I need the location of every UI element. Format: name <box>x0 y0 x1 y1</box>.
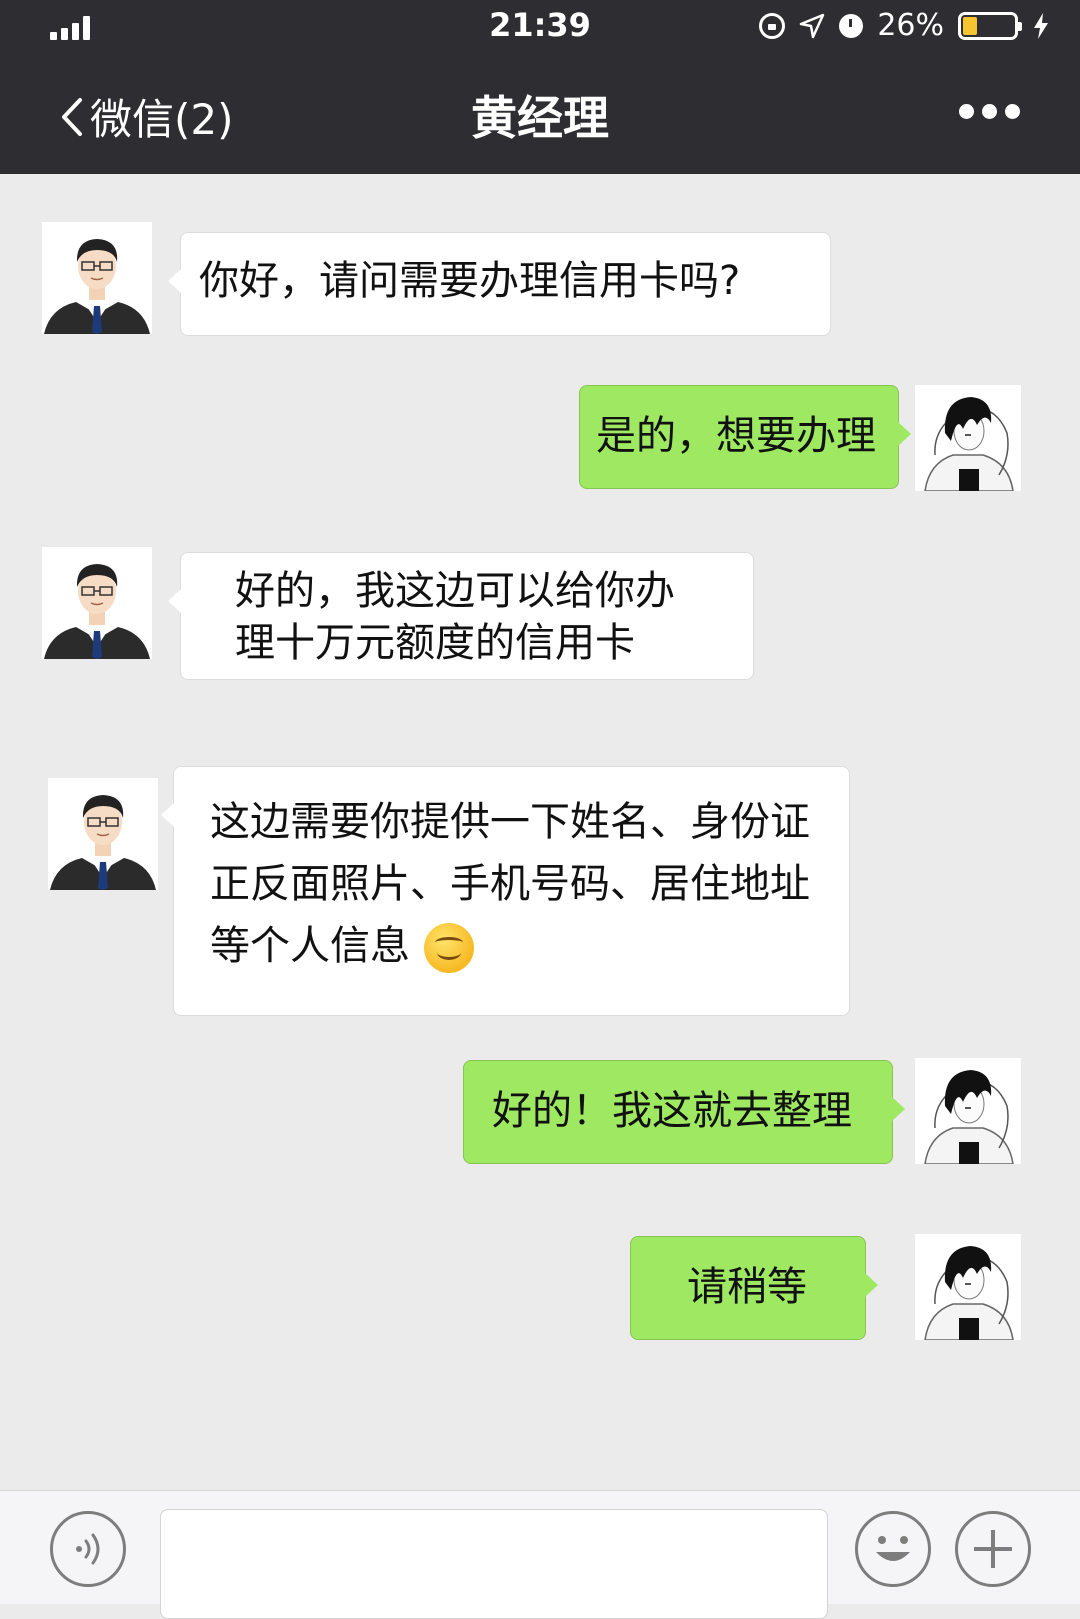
status-icons: 26% <box>759 8 1050 43</box>
top-bar: 21:39 26% 微信(2) 黄经理 <box>0 0 1080 174</box>
voice-icon <box>76 1533 100 1565</box>
input-bar <box>0 1490 1080 1619</box>
message-bubble-outgoing[interactable]: 好的！我这就去整理 <box>463 1060 905 1164</box>
message-text-line: 正反面照片、手机号码、居住地址 <box>210 861 810 907</box>
contact-avatar[interactable] <box>42 547 152 659</box>
message-bubble-incoming[interactable]: 这边需要你提供一下姓名、身份证 正反面照片、手机号码、居住地址 等个人信息 <box>161 766 850 1016</box>
chat-title: 黄经理 <box>471 91 609 145</box>
contact-avatar[interactable] <box>48 778 158 890</box>
plus-button[interactable] <box>955 1511 1031 1587</box>
smiling-face-emoji-icon <box>424 923 474 973</box>
message-text: 请稍等 <box>687 1264 807 1310</box>
message-bubble-outgoing[interactable]: 请稍等 <box>630 1236 878 1340</box>
message-bubble-incoming[interactable]: 你好，请问需要办理信用卡吗? <box>168 232 831 336</box>
alarm-icon <box>839 13 864 38</box>
message-text-line: 这边需要你提供一下姓名、身份证 <box>210 799 810 845</box>
message-text-line: 好的，我这边可以给你办 <box>235 568 675 614</box>
message-text: 好的！我这就去整理 <box>492 1088 852 1134</box>
more-dot <box>959 104 974 119</box>
message-bubble-outgoing[interactable]: 是的，想要办理 <box>579 385 911 489</box>
battery-icon <box>958 11 1022 40</box>
message-text: 你好，请问需要办理信用卡吗? <box>199 258 741 304</box>
voice-button[interactable] <box>50 1511 126 1587</box>
plus-icon <box>974 1530 1012 1568</box>
rotation-lock-icon <box>759 12 786 39</box>
my-avatar[interactable] <box>915 1234 1021 1340</box>
my-avatar[interactable] <box>915 385 1021 491</box>
message-bubble-incoming[interactable]: 好的，我这边可以给你办 理十万元额度的信用卡 <box>168 552 754 680</box>
message-text-line: 等个人信息 <box>210 923 410 969</box>
emoji-icon <box>876 1536 910 1561</box>
more-dot <box>982 104 997 119</box>
message-text-line: 理十万元额度的信用卡 <box>235 620 635 666</box>
message-text: 是的，想要办理 <box>596 413 876 459</box>
more-button[interactable] <box>959 104 1020 119</box>
location-icon <box>800 13 825 38</box>
battery-percent: 26% <box>877 8 944 43</box>
charging-icon <box>1034 12 1048 39</box>
my-avatar[interactable] <box>915 1058 1021 1164</box>
contact-avatar[interactable] <box>42 222 152 334</box>
more-dot <box>1005 104 1020 119</box>
emoji-button[interactable] <box>855 1511 931 1587</box>
